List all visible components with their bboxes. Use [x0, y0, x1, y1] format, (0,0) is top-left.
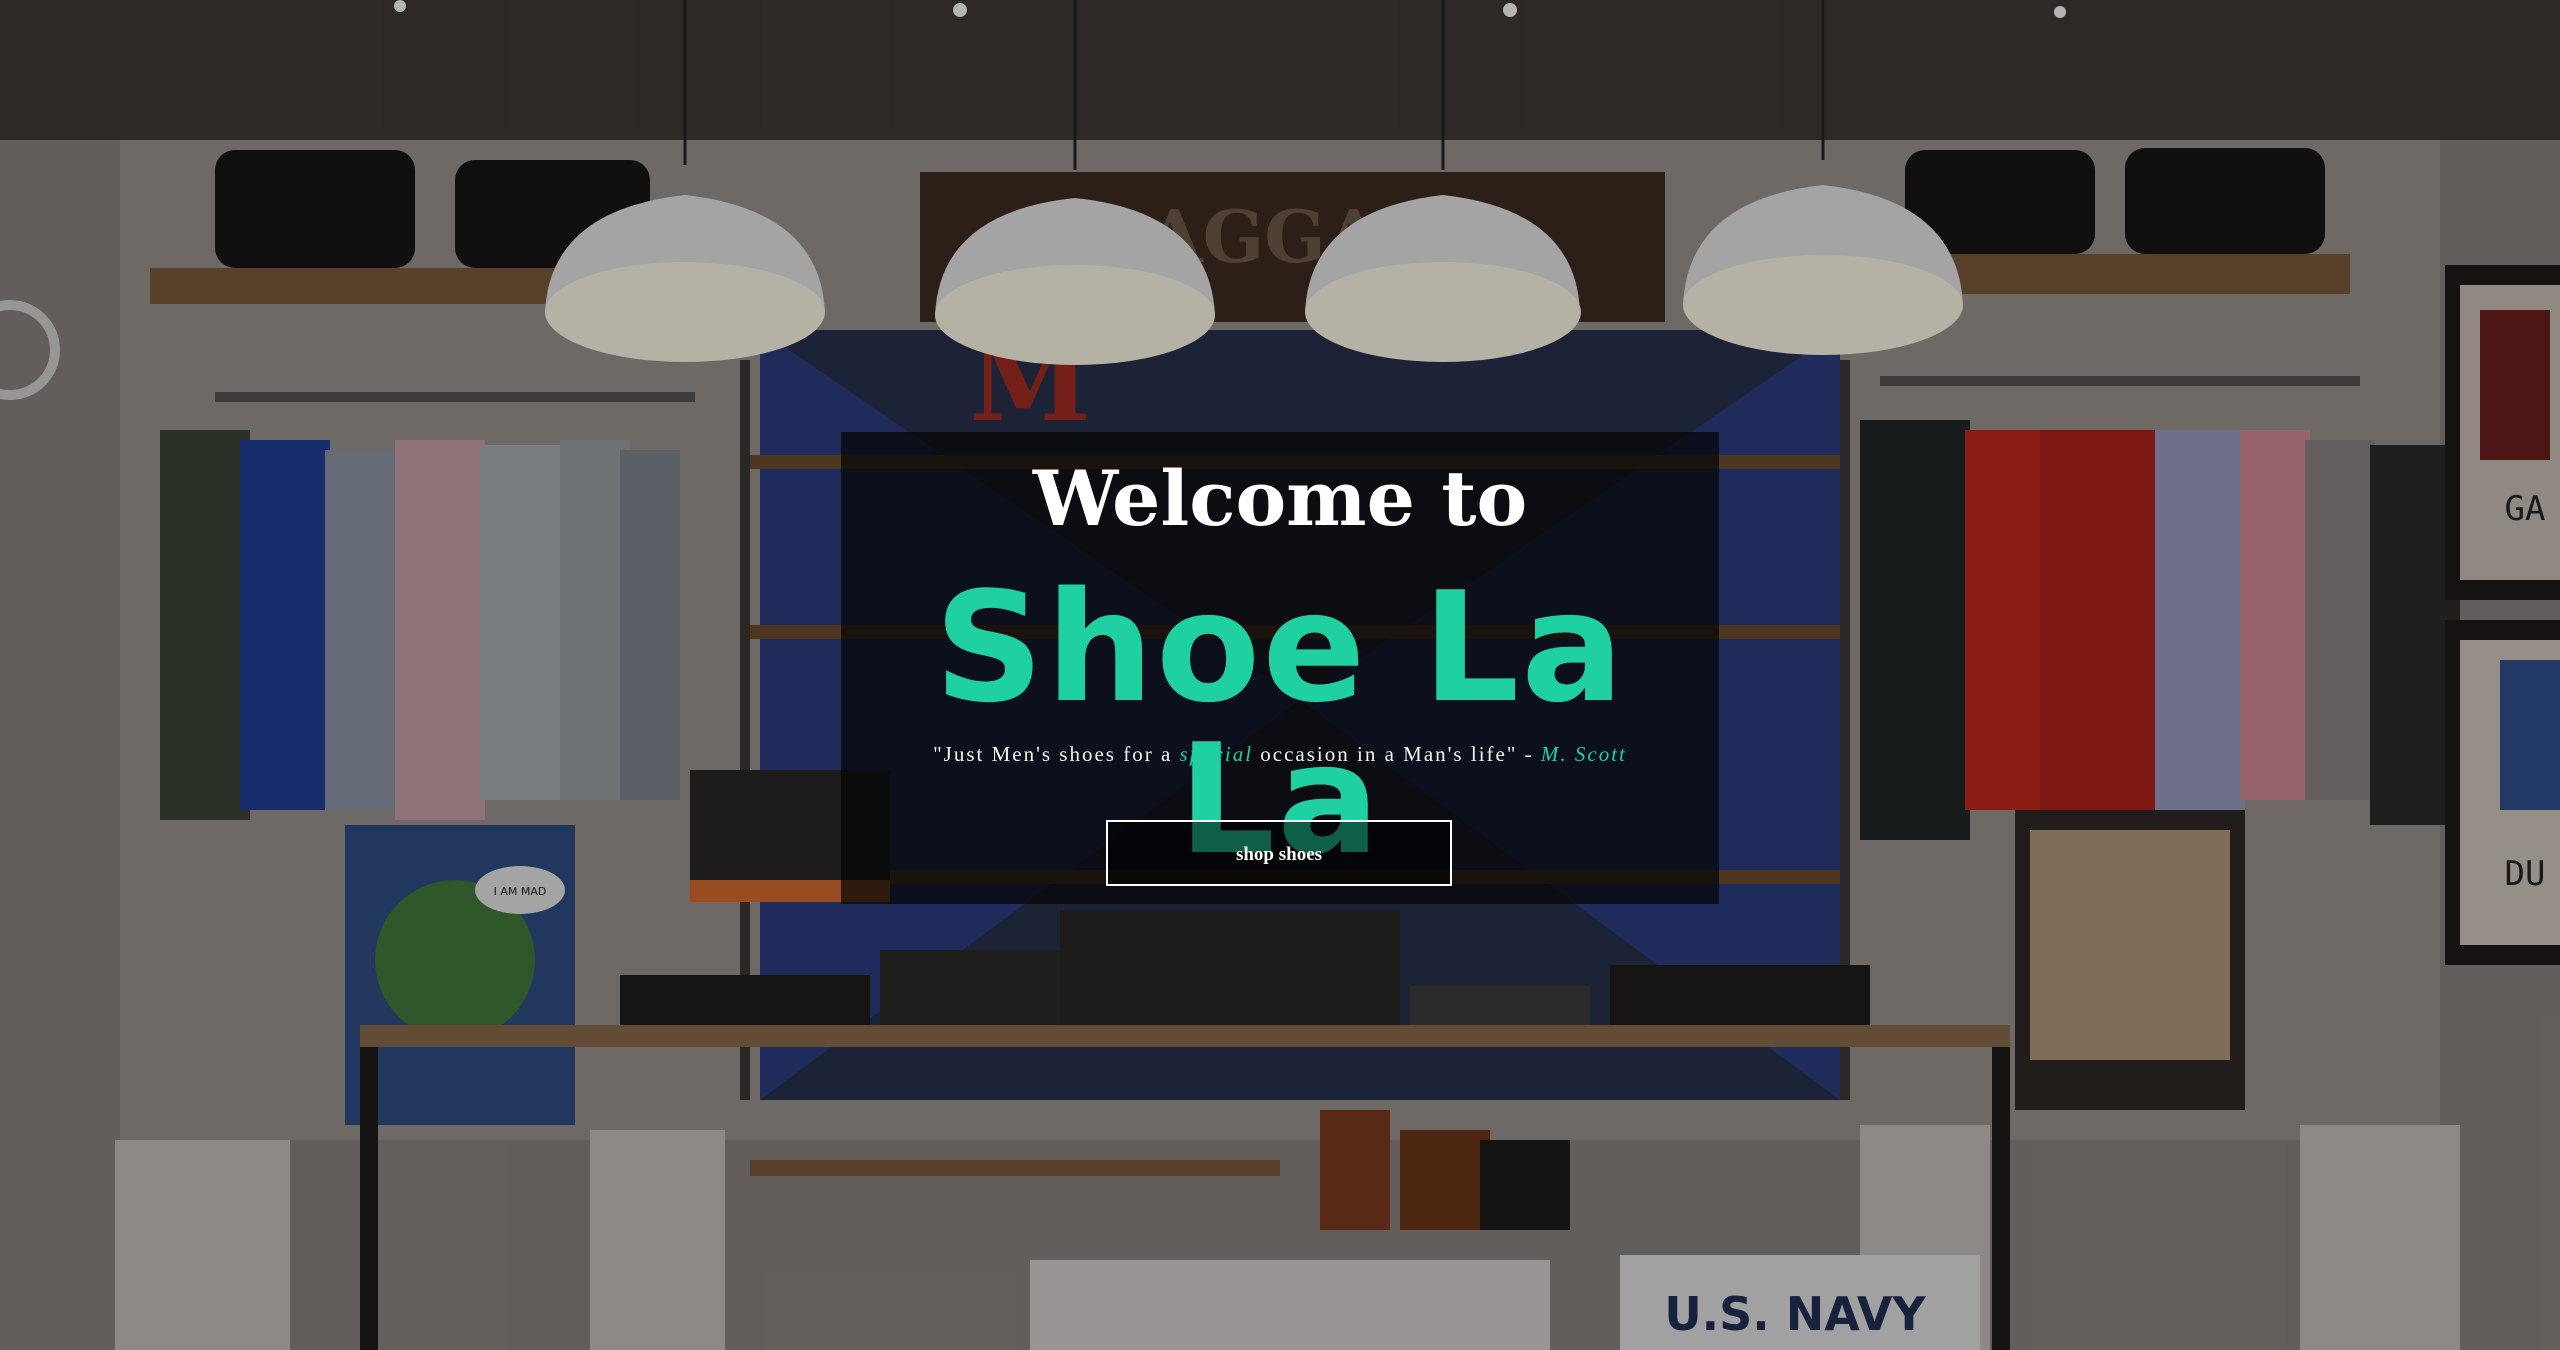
hero-section: BAGGAGE M GA DU I AM MAD U.S. NAVY Welco… [0, 0, 2560, 1350]
quote-author: M. Scott [1540, 742, 1627, 766]
welcome-heading: Welcome to [1032, 454, 1528, 543]
quote-emphasis: special [1179, 742, 1254, 766]
quote-text-start: "Just Men's shoes for a [933, 742, 1180, 766]
quote-text-mid: occasion in a Man's life" - [1253, 742, 1541, 766]
hero-title-box: Welcome to Shoe La La "Just Men's shoes … [841, 432, 1719, 904]
shop-shoes-button[interactable]: shop shoes [1106, 820, 1452, 886]
tagline-quote: "Just Men's shoes for a special occasion… [841, 742, 1719, 767]
